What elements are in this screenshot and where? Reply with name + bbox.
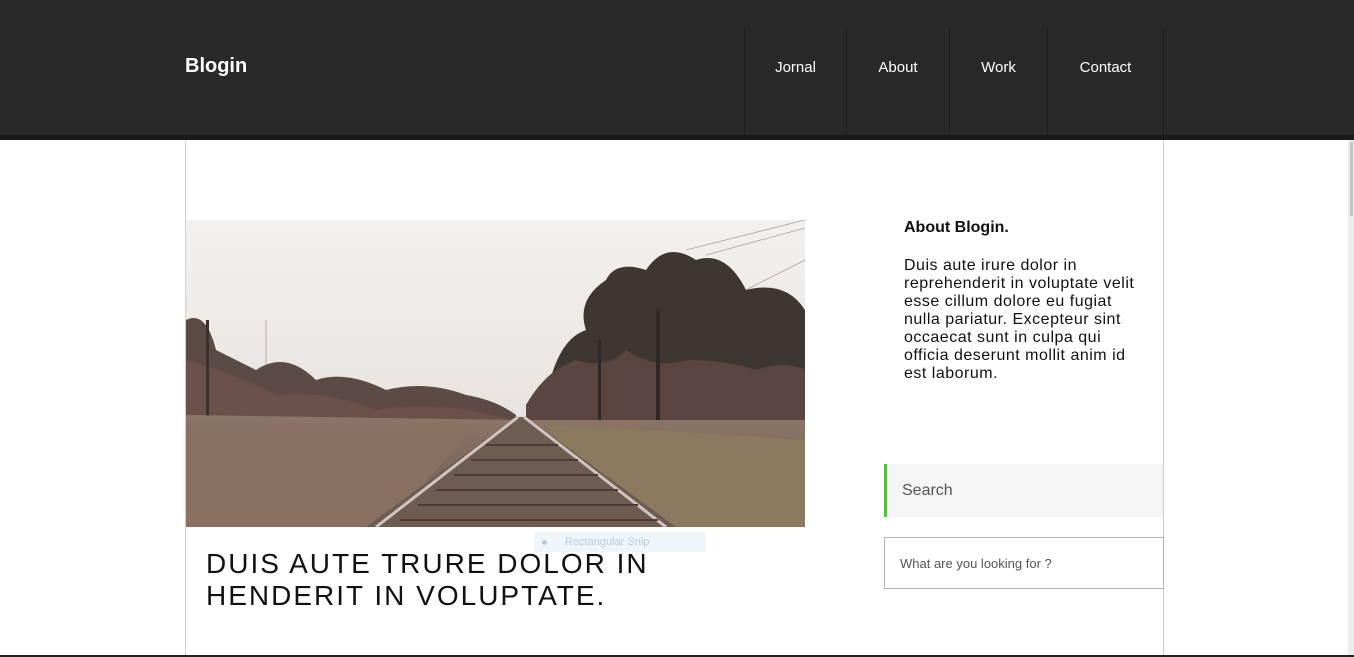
snip-label: Rectangular Snip	[565, 536, 650, 548]
nav-item-work[interactable]: Work	[949, 28, 1047, 135]
scrollbar[interactable]	[1348, 140, 1354, 657]
brand-logo[interactable]: Blogin	[185, 55, 247, 78]
about-text: Duis aute irure dolor in reprehenderit i…	[904, 257, 1135, 382]
nav-item-contact[interactable]: Contact	[1047, 28, 1164, 135]
scrollbar-thumb[interactable]	[1350, 142, 1353, 216]
railroad-photo-icon	[186, 220, 805, 527]
post-title[interactable]: DUIS AUTE TRURE DOLOR IN HENDERIT IN VOL…	[206, 548, 806, 612]
post-title-line-1: DUIS AUTE TRURE DOLOR IN	[206, 548, 649, 579]
snip-dot-icon	[542, 539, 547, 545]
search-heading-label: Search	[902, 481, 953, 499]
site-header: Blogin Jornal About Work Contact	[0, 0, 1354, 135]
about-heading: About Blogin.	[904, 219, 1009, 236]
post-title-line-2: HENDERIT IN VOLUPTATE.	[206, 580, 607, 611]
search-input[interactable]	[884, 537, 1164, 589]
search-heading: Search	[884, 464, 1163, 517]
nav-item-jornal[interactable]: Jornal	[744, 28, 846, 135]
hero-image	[186, 220, 805, 527]
main-nav: Jornal About Work Contact	[744, 28, 1164, 135]
nav-item-about[interactable]: About	[846, 28, 949, 135]
